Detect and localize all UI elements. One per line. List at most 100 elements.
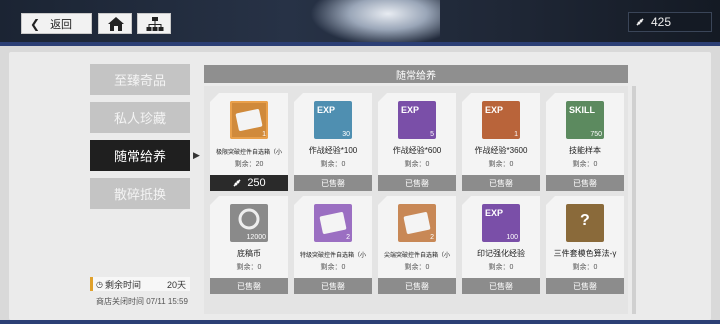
item-count: 12000	[246, 234, 266, 241]
item-count: 1	[514, 131, 518, 138]
shop-item-card[interactable]: 1 极限突破控件自选箱（小 剩余：20 250	[210, 93, 288, 191]
stock-value: 0	[509, 161, 514, 168]
clock-icon: ◷	[96, 279, 103, 289]
section-header: 随常给养	[204, 65, 628, 83]
chevron-left-icon: ❮	[30, 16, 41, 31]
tab-daily-supply[interactable]: 随常给养	[90, 140, 190, 171]
item-tag: ?	[580, 212, 590, 229]
stock-label: 剩余：	[236, 264, 258, 271]
caret-right-icon: ▶	[193, 150, 200, 160]
currency-display: 425	[628, 12, 712, 32]
sold-out-label: 已售罄	[378, 278, 456, 294]
item-tag: SKILL	[569, 105, 595, 115]
sold-out-label: 已售罄	[546, 175, 624, 191]
item-stock: 剩余：0	[462, 159, 540, 169]
coin-icon: 12000	[230, 204, 268, 242]
tab-label: 私人珍藏	[113, 111, 166, 126]
bottom-strip	[0, 320, 720, 324]
currency-value: 425	[651, 15, 672, 29]
stock-label: 剩余：	[234, 161, 256, 168]
item-stock: 剩余：0	[378, 262, 456, 272]
stock-label: 剩余：	[488, 264, 510, 271]
shop-item-card[interactable]: 2 尖端突破控件自选箱（小 剩余：0 已售罄	[378, 196, 456, 294]
box-icon: 1	[230, 101, 268, 139]
item-name: 尖端突破控件自选箱（小	[383, 253, 450, 259]
stock-value: 0	[341, 161, 346, 168]
item-art	[319, 211, 347, 235]
shop-item-card[interactable]: EXP 1 作战经验*3600 剩余：0 已售罄	[462, 93, 540, 191]
item-name: 印记强化经验	[477, 249, 525, 258]
item-count: 100	[506, 234, 518, 241]
stock-value: 0	[593, 161, 598, 168]
cycle-icon	[238, 208, 260, 230]
stock-value: 0	[509, 264, 514, 271]
tab-fragment-exchange[interactable]: 散碎抵换	[90, 178, 190, 209]
sold-out-label: 已售罄	[546, 278, 624, 294]
shop-item-card[interactable]: 12000 底稿币 剩余：0 已售罄	[210, 196, 288, 294]
item-stock: 剩余：0	[294, 159, 372, 169]
item-tag: EXP	[401, 105, 420, 115]
character-art	[310, 0, 440, 46]
sitemap-button[interactable]	[137, 13, 171, 34]
remaining-time: ◷ 剩余时间 20天	[90, 277, 190, 291]
sold-out-label: 已售罄	[462, 278, 540, 294]
item-stock: 剩余：0	[210, 262, 288, 272]
sold-out-label: 已售罄	[210, 278, 288, 294]
item-stock: 剩余：0	[546, 262, 624, 272]
exp-card-icon: EXP 100	[482, 204, 520, 242]
shop-item-card[interactable]: EXP 30 作战经验*100 剩余：0 已售罄	[294, 93, 372, 191]
sold-out-label: 已售罄	[294, 278, 372, 294]
item-name: 极限突破控件自选箱（小	[215, 150, 282, 156]
back-label: 返回	[50, 18, 73, 31]
remaining-label: 剩余时间	[104, 279, 141, 290]
shop-item-card[interactable]: SKILL 750 技能样本 剩余：0 已售罄	[546, 93, 624, 191]
item-name: 特级突破控件自选箱（小	[299, 253, 366, 259]
sitemap-icon	[146, 17, 164, 31]
exp-card-icon: EXP 1	[482, 101, 520, 139]
item-stock: 剩余：0	[546, 159, 624, 169]
stock-label: 剩余：	[320, 161, 342, 168]
item-tag: EXP	[485, 208, 504, 218]
item-name: 技能样本	[569, 146, 601, 155]
item-name: 作战经验*600	[392, 146, 442, 155]
shop-item-card[interactable]: EXP 5 作战经验*600 剩余：0 已售罄	[378, 93, 456, 191]
home-button[interactable]	[98, 13, 132, 34]
tab-premium-goods[interactable]: 至臻奇品	[90, 64, 190, 95]
tab-private-collection[interactable]: 私人珍藏	[90, 102, 190, 133]
item-stock: 剩余：0	[462, 262, 540, 272]
shop-item-card[interactable]: 2 特级突破控件自选箱（小 剩余：0 已售罄	[294, 196, 372, 294]
home-icon	[108, 17, 124, 31]
exp-card-icon: EXP 5	[398, 101, 436, 139]
item-tag: EXP	[317, 105, 336, 115]
item-count: 2	[430, 234, 434, 241]
tab-label: 随常给养	[113, 149, 166, 164]
scrollbar[interactable]	[632, 86, 636, 314]
back-button[interactable]: ❮ 返回	[21, 13, 92, 34]
shop-item-card[interactable]: ? 三件套模色算法-γ 剩余：0 已售罄	[546, 196, 624, 294]
stock-label: 剩余：	[404, 264, 426, 271]
tab-label: 散碎抵换	[113, 187, 166, 202]
stock-value: 0	[593, 264, 598, 271]
item-tag: EXP	[485, 105, 504, 115]
banner-underline	[0, 42, 720, 46]
box-icon: 2	[314, 204, 352, 242]
stock-label: 剩余：	[404, 161, 426, 168]
remaining-value: 20天	[166, 279, 186, 290]
item-art	[403, 211, 431, 235]
item-stock: 剩余：0	[378, 159, 456, 169]
price-button[interactable]: 250	[210, 175, 288, 191]
item-name: 作战经验*100	[308, 146, 358, 155]
skill-card-icon: SKILL 750	[566, 101, 604, 139]
stock-value: 0	[425, 264, 430, 271]
item-name: 底稿币	[237, 249, 261, 258]
item-count: 30	[342, 131, 350, 138]
stock-value: 0	[341, 264, 346, 271]
sold-out-label: 已售罄	[294, 175, 372, 191]
exp-card-icon: EXP 30	[314, 101, 352, 139]
shop-item-card[interactable]: EXP 100 印记强化经验 剩余：0 已售罄	[462, 196, 540, 294]
item-count: 5	[430, 131, 434, 138]
stock-label: 剩余：	[320, 264, 342, 271]
ticket-icon	[233, 179, 241, 187]
sold-out-label: 已售罄	[378, 175, 456, 191]
stock-value: 20	[255, 161, 264, 168]
